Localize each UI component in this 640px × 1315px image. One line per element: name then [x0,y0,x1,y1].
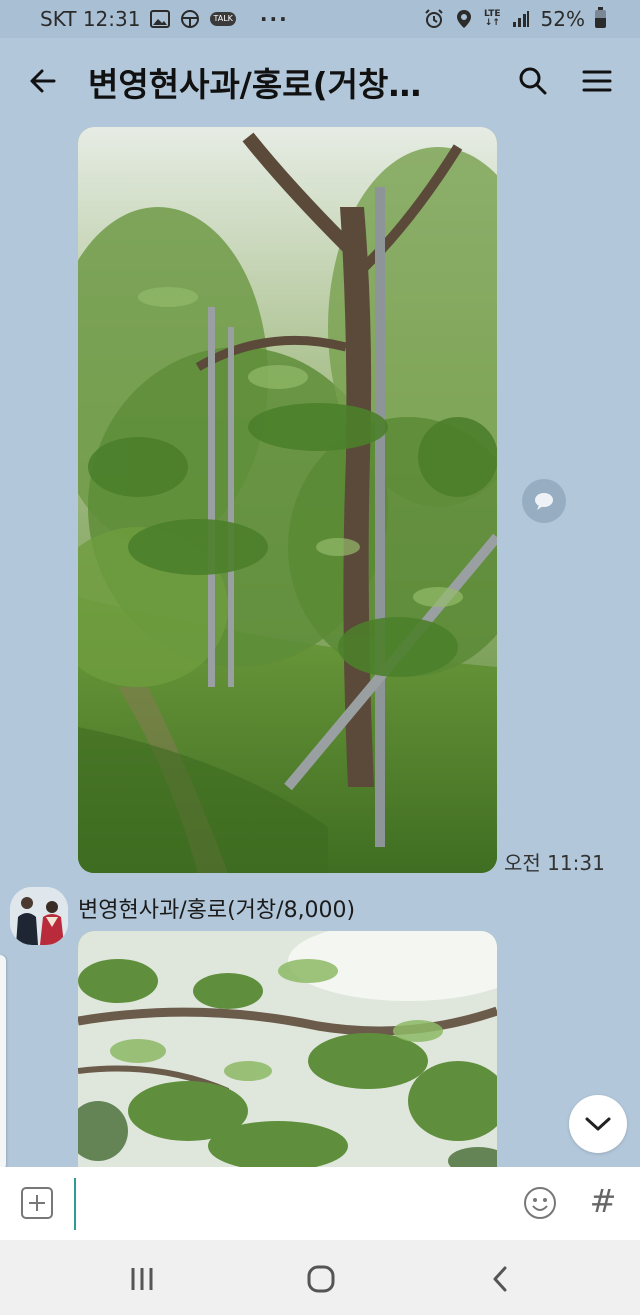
message-time: 오전 11:31 [504,851,605,875]
sender-avatar[interactable] [10,887,68,945]
edge-panel-handle[interactable] [0,955,6,1170]
hamburger-menu-icon[interactable] [580,64,614,98]
emoji-icon[interactable] [523,1186,557,1220]
alarm-icon [424,9,444,29]
steering-wheel-icon [180,9,200,29]
carrier-time: SKT 12:31 [40,7,141,31]
plus-box-icon[interactable] [20,1186,54,1220]
hashtag-button[interactable]: # [586,1181,620,1221]
battery-percent: 52% [540,7,585,31]
back-arrow-icon[interactable] [26,64,60,98]
talk-icon: TALK [210,12,236,26]
message-input[interactable] [74,1177,498,1231]
location-icon [454,9,474,29]
search-icon[interactable] [516,64,550,98]
sender-name: 변영현사과/홍로(거창/8,000) [78,898,356,923]
status-bar: SKT 12:31 TALK ··· LTE ↓↑ 52% [0,0,640,38]
share-speech-bubble-icon[interactable] [522,479,566,523]
scroll-down-chevron-icon[interactable] [569,1095,627,1153]
home-icon[interactable] [304,1262,338,1296]
chat-title: 변영현사과/홍로(거창… [88,65,422,102]
status-left: SKT 12:31 TALK ··· [40,7,289,31]
photo-message-branches[interactable] [78,931,497,1171]
status-right: LTE ↓↑ 52% [424,7,606,31]
text-caret [74,1178,76,1230]
nav-back-icon[interactable] [484,1262,518,1296]
signal-icon [511,9,531,29]
system-nav-bar [0,1240,640,1315]
branches-photo [78,931,497,1171]
gallery-icon [150,9,171,29]
battery-icon [595,7,606,28]
chat-header: 변영현사과/홍로(거창… [0,38,640,124]
recent-apps-icon[interactable] [125,1262,159,1296]
lte-icon: LTE ↓↑ [484,9,501,28]
message-input-bar: # [0,1167,640,1240]
more-notifications: ··· [259,7,289,31]
orchard-photo [78,127,497,873]
photo-message-orchard[interactable] [78,127,497,873]
